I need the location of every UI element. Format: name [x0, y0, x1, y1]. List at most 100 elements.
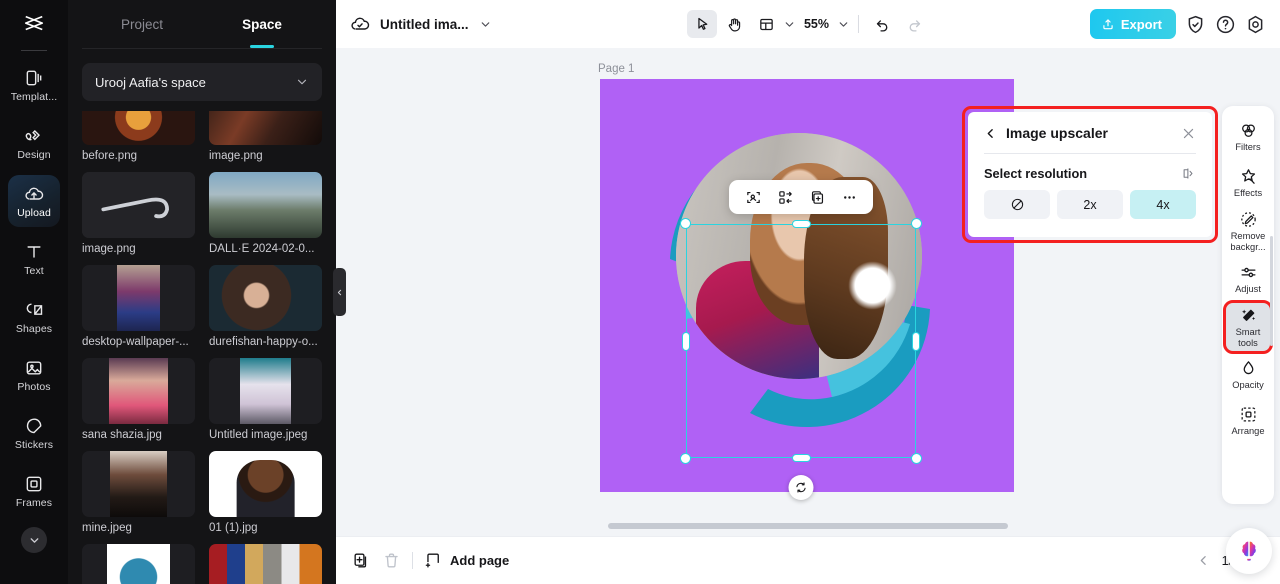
- image-upscaler-panel: Image upscaler Select resolution 2x 4x: [968, 112, 1212, 237]
- tab-space[interactable]: Space: [202, 0, 322, 48]
- asset-item[interactable]: [209, 544, 322, 584]
- rail-label: Stickers: [14, 438, 54, 451]
- rotate-handle[interactable]: [788, 475, 814, 500]
- rotate-handle-icon: [796, 482, 806, 493]
- undo-button[interactable]: [867, 10, 897, 38]
- close-icon[interactable]: [1181, 126, 1196, 141]
- rail-item-upload[interactable]: Upload: [8, 175, 60, 227]
- asset-grid-scroll[interactable]: before.png image.png image.png DALL·E 20…: [68, 111, 336, 584]
- asset-item[interactable]: mine.jpeg: [82, 451, 195, 534]
- asset-item[interactable]: sana shazia.jpg: [82, 358, 195, 441]
- rail-label: Frames: [15, 496, 53, 509]
- right-rail-opacity[interactable]: Opacity: [1226, 353, 1270, 397]
- resize-handle-bottom[interactable]: [791, 454, 811, 462]
- compare-split-icon[interactable]: [1181, 166, 1196, 181]
- rail-item-design[interactable]: Design: [8, 117, 60, 169]
- redo-button[interactable]: [899, 10, 929, 38]
- upscaler-header: Image upscaler: [984, 125, 1196, 153]
- selection-frame: [680, 180, 922, 500]
- resize-handle-top-right[interactable]: [911, 218, 922, 229]
- cutout-button[interactable]: [740, 184, 766, 210]
- resize-handle-right[interactable]: [912, 331, 920, 351]
- canvas-horizontal-scrollbar[interactable]: [608, 523, 1008, 529]
- hand-tool-button[interactable]: [719, 10, 749, 38]
- layout-tool-button[interactable]: [751, 10, 781, 38]
- asset-item[interactable]: image.png: [209, 111, 322, 162]
- tab-project[interactable]: Project: [82, 0, 202, 48]
- replace-image-button[interactable]: [772, 184, 798, 210]
- export-label: Export: [1120, 16, 1162, 32]
- resolution-row: Select resolution: [984, 154, 1196, 190]
- panel-collapse-handle[interactable]: [333, 268, 346, 316]
- asset-thumbnail: [209, 111, 322, 145]
- app-root: Templat... Design Upload Text Shapes Pho…: [0, 0, 1280, 584]
- asset-item[interactable]: DALL·E 2024-02-0...: [209, 172, 322, 255]
- asset-item[interactable]: image.png: [82, 172, 195, 255]
- space-selector[interactable]: Urooj Aafia's space: [82, 63, 322, 101]
- resolution-option-2x[interactable]: 2x: [1057, 190, 1123, 219]
- rail-more-button[interactable]: [21, 527, 47, 553]
- add-page-button[interactable]: Add page: [424, 551, 509, 570]
- chevron-left-icon[interactable]: [984, 127, 997, 140]
- shield-icon[interactable]: [1185, 14, 1206, 35]
- trash-icon[interactable]: [382, 551, 401, 570]
- resize-handle-bottom-right[interactable]: [911, 453, 922, 464]
- chevron-down-icon[interactable]: [783, 18, 796, 31]
- resize-handle-top-left[interactable]: [680, 218, 691, 229]
- right-rail-filters[interactable]: Filters: [1226, 115, 1270, 159]
- chevron-down-icon: [30, 537, 38, 543]
- resolution-option-4x[interactable]: 4x: [1130, 190, 1196, 219]
- chevron-left-icon: [337, 289, 342, 295]
- more-options-button[interactable]: [836, 184, 862, 210]
- select-tool-button[interactable]: [686, 10, 717, 38]
- resize-handle-bottom-left[interactable]: [680, 453, 691, 464]
- sickle-thumbnail-icon: [101, 197, 169, 219]
- asset-item[interactable]: durefishan-happy-o...: [209, 265, 322, 348]
- right-rail-adjust[interactable]: Adjust: [1226, 257, 1270, 301]
- upscaler-title: Image upscaler: [1006, 125, 1108, 141]
- rail-item-photos[interactable]: Photos: [8, 349, 60, 401]
- help-icon[interactable]: [1215, 14, 1236, 35]
- right-rail-scrollbar[interactable]: [1270, 236, 1273, 346]
- panel-tabs: Project Space: [68, 0, 336, 48]
- resolution-option-none[interactable]: [984, 190, 1050, 219]
- document-title[interactable]: Untitled ima...: [380, 17, 469, 32]
- chevron-down-icon[interactable]: [479, 18, 492, 31]
- rail-item-stickers[interactable]: Stickers: [8, 407, 60, 459]
- rail-item-frames[interactable]: Frames: [8, 465, 60, 517]
- chevron-left-icon[interactable]: [1197, 554, 1210, 567]
- rail-item-text[interactable]: Text: [8, 233, 60, 285]
- asset-item[interactable]: 01 (1).jpg: [209, 451, 322, 534]
- asset-name: Untitled image.jpeg: [209, 429, 308, 441]
- duplicate-page-icon[interactable]: [352, 551, 371, 570]
- right-rail-remove-background[interactable]: Remove backgr...: [1226, 207, 1270, 255]
- export-button[interactable]: Export: [1089, 9, 1176, 39]
- asset-item[interactable]: Untitled image.jpeg: [209, 358, 322, 441]
- resize-handle-left[interactable]: [682, 331, 690, 351]
- asset-name: sana shazia.jpg: [82, 429, 162, 441]
- duplicate-button[interactable]: [804, 184, 830, 210]
- chevron-down-icon[interactable]: [837, 18, 850, 31]
- rail-item-templates[interactable]: Templat...: [8, 59, 60, 111]
- right-rail-label: Filters: [1235, 142, 1261, 153]
- app-logo[interactable]: [0, 0, 68, 48]
- text-icon: [27, 245, 41, 258]
- bottom-bar: Add page 1/1: [336, 536, 1280, 584]
- asset-thumbnail: [82, 544, 195, 584]
- asset-thumbnail: [82, 172, 195, 238]
- page-label: Page 1: [598, 63, 635, 75]
- canvas-area[interactable]: Page 1 Image upscaler Select resolution …: [336, 48, 1280, 536]
- right-rail-effects[interactable]: Effects: [1226, 161, 1270, 205]
- asset-item[interactable]: desktop-wallpaper-...: [82, 265, 195, 348]
- cloud-saved-icon[interactable]: [350, 14, 370, 34]
- asset-item[interactable]: [82, 544, 195, 584]
- right-rail-smart-tools[interactable]: Smart tools: [1223, 300, 1273, 354]
- selection-outline: [686, 224, 916, 458]
- right-rail-arrange[interactable]: Arrange: [1226, 399, 1270, 443]
- settings-gear-icon[interactable]: [1245, 14, 1266, 35]
- rail-item-shapes[interactable]: Shapes: [8, 291, 60, 343]
- resize-handle-top[interactable]: [791, 220, 811, 228]
- chevron-down-icon: [297, 79, 307, 85]
- asset-item[interactable]: before.png: [82, 111, 195, 162]
- ai-assistant-button[interactable]: [1226, 528, 1272, 574]
